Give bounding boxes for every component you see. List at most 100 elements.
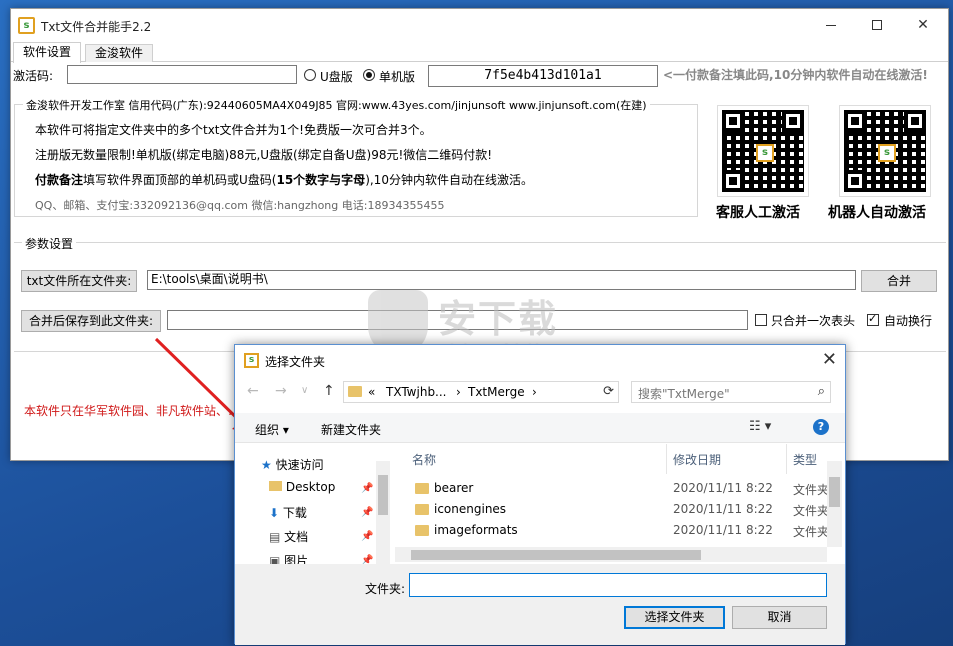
watermark-text: 安下载	[438, 297, 559, 341]
column-header-type[interactable]: 类型	[793, 451, 817, 468]
auto-wrap-checkbox[interactable]	[867, 312, 879, 326]
radio-single-machine[interactable]	[363, 69, 375, 81]
merge-button[interactable]: 合并	[861, 270, 937, 292]
machine-code-field[interactable]: 7f5e4b413d101a1	[428, 65, 658, 87]
source-folder-input[interactable]: E:\tools\桌面\说明书\	[147, 270, 856, 290]
dialog-title: 选择文件夹	[265, 355, 326, 369]
file-row[interactable]: bearer 2020/11/11 8:22 文件夹	[395, 478, 829, 499]
column-header-name[interactable]: 名称	[412, 451, 436, 468]
search-icon: ⌕	[817, 384, 825, 399]
pin-icon: 📌	[361, 531, 374, 542]
dialog-app-icon: s	[244, 353, 259, 368]
file-list-vscrollbar[interactable]	[827, 461, 842, 547]
arrow-shaft	[154, 337, 248, 429]
dialog-close-button[interactable]: ✕	[822, 349, 837, 370]
close-icon: ✕	[917, 17, 929, 33]
folder-icon	[348, 386, 362, 397]
picture-icon: ▣	[269, 554, 281, 564]
dialog-title-bar[interactable]: s 选择文件夹 ✕	[235, 345, 845, 375]
qr-finder	[722, 170, 744, 192]
qr-code-support: s	[717, 105, 809, 197]
select-folder-button[interactable]: 选择文件夹	[624, 606, 725, 629]
back-arrow-icon[interactable]: ←	[247, 383, 259, 399]
qr-finder	[844, 110, 866, 132]
nav-scrollbar-thumb[interactable]	[378, 475, 388, 515]
forward-arrow-icon[interactable]: →	[275, 383, 287, 399]
info-line-3-end: ),10分钟内软件自动在线激活。	[365, 173, 533, 187]
folder-icon	[415, 483, 429, 494]
address-bar[interactable]: « TXTwjhb... › TxtMerge › ⟳	[343, 381, 619, 403]
up-arrow-icon[interactable]: ↑	[323, 383, 335, 399]
file-row[interactable]: imageformats 2020/11/11 8:22 文件夹	[395, 520, 830, 541]
tab-jinjun[interactable]: 金浚软件	[85, 44, 154, 62]
qr-finder	[722, 110, 744, 132]
breadcrumb-overflow[interactable]: «	[368, 385, 375, 399]
contact-line: QQ、邮箱、支付宝:332092136@qq.com 微信:hangzhong …	[35, 199, 445, 212]
file-date: 2020/11/11 8:22	[673, 481, 773, 495]
radio-u-disk-label: U盘版	[320, 70, 353, 84]
help-icon[interactable]: ?	[813, 419, 829, 435]
pin-icon: 📌	[361, 483, 374, 494]
command-bar: 组织 ▾ 新建文件夹 ☷ ▾ ?	[235, 413, 845, 443]
folder-input[interactable]	[409, 573, 827, 597]
nav-desktop-label: Desktop	[285, 480, 336, 494]
close-button[interactable]: ✕	[900, 9, 946, 42]
nav-documents-label: 文档	[284, 530, 309, 544]
column-separator[interactable]	[786, 444, 787, 474]
radio-u-disk[interactable]	[304, 69, 316, 81]
nav-scrollbar[interactable]	[376, 461, 390, 565]
breadcrumb-current[interactable]: TxtMerge	[468, 385, 525, 399]
column-header-date[interactable]: 修改日期	[673, 451, 721, 468]
document-icon: ▤	[269, 530, 281, 544]
nav-pictures[interactable]: ▣ 图片	[269, 552, 308, 564]
search-input[interactable]: 搜索"TxtMerge" ⌕	[631, 381, 831, 403]
nav-downloads[interactable]: ⬇ 下载	[269, 504, 307, 521]
qr-logo-icon: s	[756, 144, 774, 162]
qr-finder	[782, 110, 804, 132]
minimize-button[interactable]	[808, 9, 854, 42]
activation-code-input[interactable]	[67, 65, 297, 84]
file-list-hscrollbar[interactable]	[395, 547, 827, 562]
source-folder-button[interactable]: txt文件所在文件夹:	[21, 270, 137, 292]
auto-wrap-label: 自动换行	[884, 314, 933, 328]
info-line-3-bold2: 15个数字与字母	[276, 173, 366, 187]
breadcrumb-separator[interactable]: ›	[456, 385, 461, 399]
cancel-button[interactable]: 取消	[732, 606, 827, 629]
breadcrumb-parent[interactable]: TXTwjhb...	[386, 385, 447, 399]
qr-caption-support: 客服人工激活	[716, 205, 800, 221]
folder-label: 文件夹:	[365, 582, 406, 596]
refresh-icon[interactable]: ⟳	[603, 384, 614, 399]
history-chevron-icon[interactable]: ∨	[301, 385, 308, 396]
activation-label: 激活码:	[13, 69, 54, 83]
file-name: imageformats	[434, 523, 518, 537]
organize-menu[interactable]: 组织 ▾	[255, 421, 289, 438]
file-list: 名称 ^ 修改日期 类型 bearer 2020/11/11 8:22 文件夹 …	[395, 444, 846, 564]
column-separator[interactable]	[666, 444, 667, 474]
nav-documents[interactable]: ▤ 文档	[269, 528, 308, 545]
folder-icon	[269, 481, 282, 491]
view-options-icon[interactable]: ☷ ▾	[749, 419, 771, 434]
file-name: iconengines	[434, 502, 507, 516]
qr-logo-icon: s	[878, 144, 896, 162]
close-icon: ✕	[821, 349, 837, 370]
select-folder-dialog: s 选择文件夹 ✕ ← → ∨ ↑ « TXTwjhb... › TxtMerg…	[234, 344, 846, 645]
file-date: 2020/11/11 8:22	[673, 502, 773, 516]
breadcrumb-separator[interactable]: ›	[532, 385, 537, 399]
title-bar[interactable]: s Txt文件合并能手2.2 ✕	[11, 9, 948, 42]
nav-desktop[interactable]: Desktop	[269, 480, 335, 494]
file-row[interactable]: iconengines 2020/11/11 8:22 文件夹	[395, 499, 829, 520]
file-type: 文件夹	[793, 525, 830, 539]
hscrollbar-thumb[interactable]	[411, 550, 701, 560]
maximize-button[interactable]	[854, 9, 900, 42]
new-folder-button[interactable]: 新建文件夹	[321, 421, 381, 438]
file-date: 2020/11/11 8:22	[673, 523, 773, 537]
qr-code-robot: s	[839, 105, 931, 197]
vscrollbar-thumb[interactable]	[829, 477, 840, 507]
tab-settings[interactable]: 软件设置	[13, 42, 82, 63]
radio-single-machine-label: 单机版	[379, 70, 416, 84]
sort-chevron-icon: ^	[535, 444, 544, 451]
header-once-checkbox[interactable]	[755, 314, 767, 326]
dest-folder-button[interactable]: 合并后保存到此文件夹:	[21, 310, 161, 332]
nav-quick-access[interactable]: ★ 快速访问	[261, 456, 324, 473]
nav-quick-access-label: 快速访问	[275, 458, 324, 472]
